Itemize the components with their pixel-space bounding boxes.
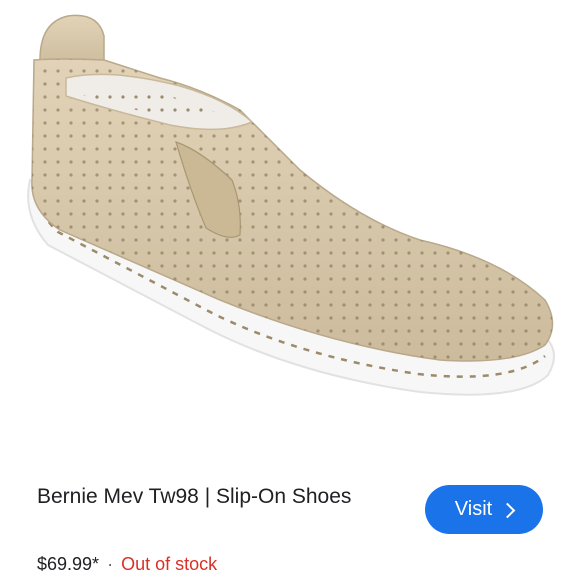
price-row: $69.99* · Out of stock xyxy=(37,552,217,576)
product-info-panel: Bernie Mev Tw98 | Slip-On Shoes $69.99* ·… xyxy=(0,458,580,580)
separator-dot: · xyxy=(107,554,114,574)
product-title[interactable]: Bernie Mev Tw98 | Slip-On Shoes xyxy=(37,483,367,511)
visit-button-label: Visit xyxy=(454,498,493,520)
shoe-illustration xyxy=(27,14,555,396)
chevron-right-icon xyxy=(499,502,516,518)
visit-button[interactable]: Visit xyxy=(425,485,543,534)
price: $69.99* xyxy=(37,554,100,574)
product-image[interactable] xyxy=(0,0,580,458)
stock-status: Out of stock xyxy=(121,554,218,574)
